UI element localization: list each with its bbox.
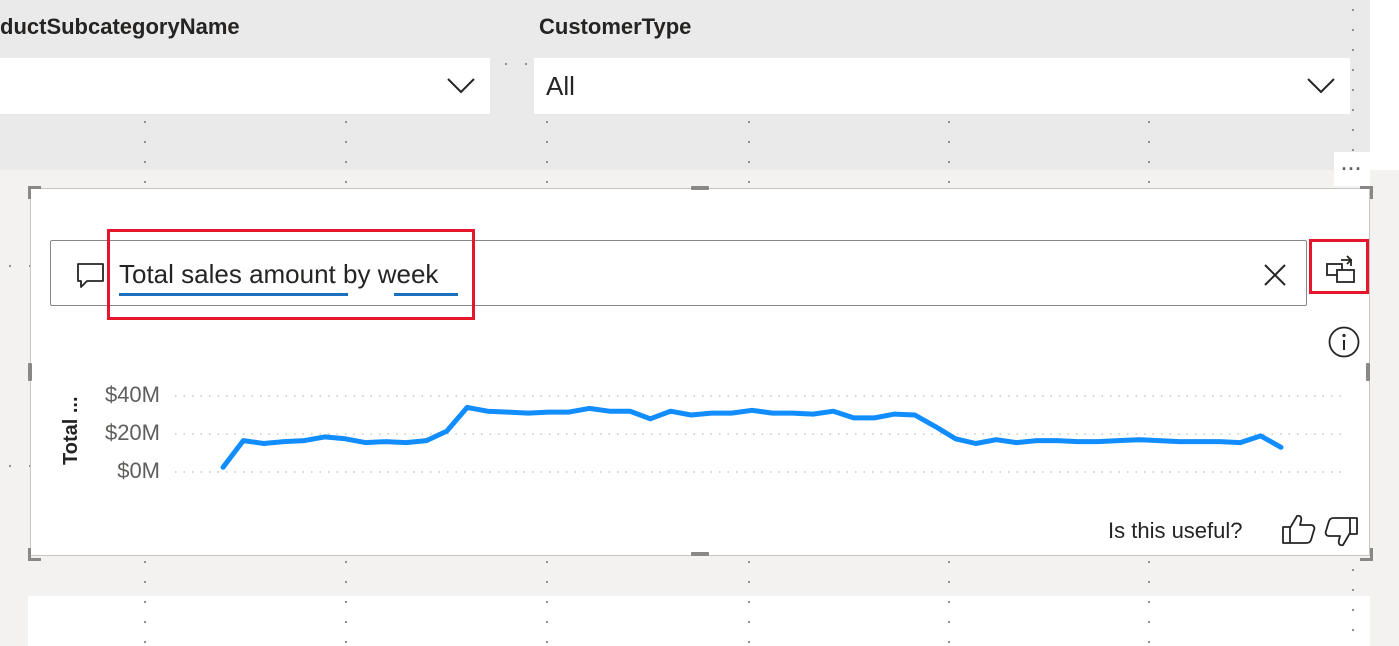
feedback-label: Is this useful? [1108, 518, 1243, 543]
line-chart [175, 395, 1345, 473]
gridlines [175, 395, 1345, 473]
series-line [220, 404, 1284, 470]
thumbs-down-icon[interactable] [1323, 515, 1359, 549]
thumbs-up-icon[interactable] [1281, 512, 1317, 546]
